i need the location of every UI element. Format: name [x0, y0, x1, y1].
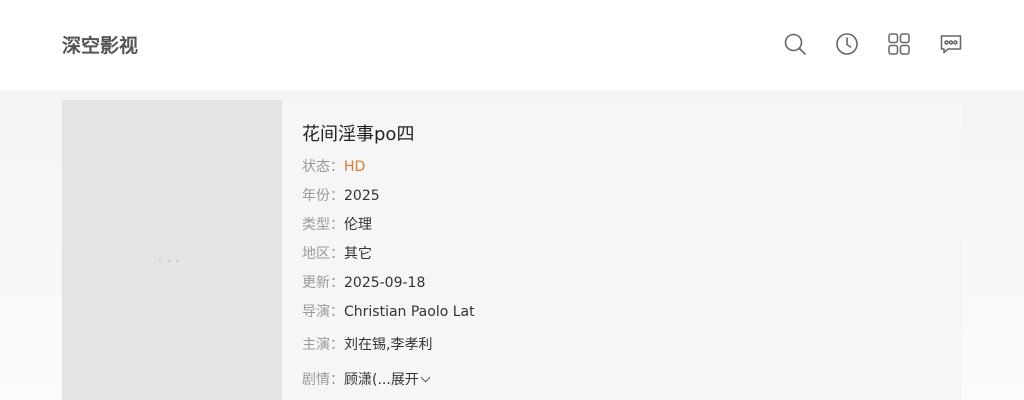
movie-title: 花间淫事po四	[302, 124, 415, 145]
status-row: 状态：HD	[302, 157, 365, 177]
movie-detail-card: ··· 花间淫事po四 状态：HD 年份：2025 类型：伦理 地区：其它 更新…	[62, 100, 962, 400]
director-value[interactable]: Christian Paolo Lat	[344, 304, 475, 320]
loading-dots-icon: ···	[158, 254, 184, 270]
cast-label: 主演：	[302, 337, 344, 353]
director-row: 导演：Christian Paolo Lat	[302, 302, 475, 322]
genre-row: 类型：伦理	[302, 215, 372, 235]
updated-row: 更新：2025-09-18	[302, 273, 425, 293]
expand-button[interactable]: 展开	[390, 372, 431, 388]
search-icon[interactable]	[782, 31, 808, 57]
status-value: HD	[344, 159, 366, 175]
site-logo[interactable]: 深空影视	[62, 34, 138, 58]
cast-row: 主演：刘在锡,李孝利	[302, 335, 432, 355]
year-row: 年份：2025	[302, 186, 380, 206]
grid-icon[interactable]	[886, 31, 912, 57]
year-value[interactable]: 2025	[344, 188, 380, 204]
cast-value[interactable]: 刘在锡,李孝利	[344, 337, 432, 353]
message-icon[interactable]	[938, 31, 964, 57]
genre-label: 类型：	[302, 217, 344, 233]
movie-poster[interactable]: ···	[62, 100, 282, 400]
region-label: 地区：	[302, 246, 344, 262]
plot-label: 剧情：	[302, 372, 344, 388]
updated-value: 2025-09-18	[344, 275, 426, 291]
history-icon[interactable]	[834, 31, 860, 57]
plot-row: 剧情：顾潇(...展开	[302, 370, 431, 390]
chevron-down-icon	[420, 372, 431, 383]
genre-value[interactable]: 伦理	[344, 217, 372, 233]
year-label: 年份：	[302, 188, 344, 204]
status-label: 状态：	[302, 159, 344, 175]
region-value[interactable]: 其它	[344, 246, 372, 262]
plot-value: 顾潇(...	[344, 372, 391, 388]
updated-label: 更新：	[302, 275, 344, 291]
site-header: 深空影视	[0, 0, 1024, 90]
director-label: 导演：	[302, 304, 344, 320]
expand-label: 展开	[390, 372, 419, 388]
region-row: 地区：其它	[302, 244, 372, 264]
